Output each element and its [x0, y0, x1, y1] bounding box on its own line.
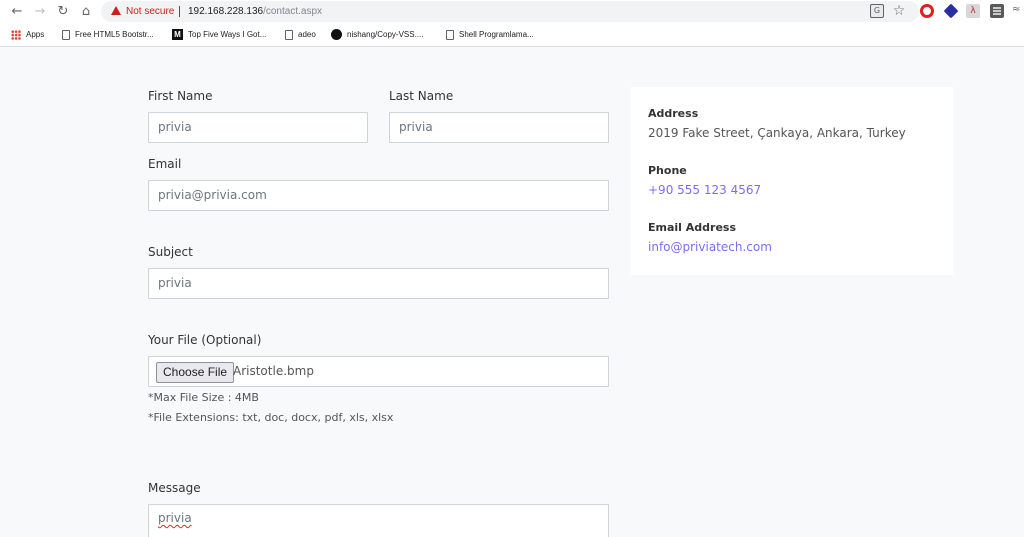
bookmark-star-icon[interactable]: ☆: [892, 4, 906, 18]
bookmark-label: Free HTML5 Bootstr...: [75, 30, 154, 39]
home-icon[interactable]: ⌂: [77, 3, 95, 21]
medium-logo-icon: M: [172, 29, 183, 41]
bookmark-label: Top Five Ways I Got...: [188, 30, 267, 39]
reload-icon[interactable]: ↻: [54, 3, 72, 21]
url-host: 192.168.228.136: [188, 6, 264, 17]
bookmarks-bar: Apps Free HTML5 Bootstr... M Top Five Way…: [0, 24, 1024, 47]
translate-icon[interactable]: G: [870, 4, 884, 18]
phone-link[interactable]: +90 555 123 4567: [648, 183, 761, 197]
security-label[interactable]: Not secure: [126, 1, 174, 22]
warning-icon[interactable]: [111, 6, 121, 15]
bookmark-shell[interactable]: Shell Programlama...: [446, 24, 534, 46]
message-label: Message: [148, 481, 201, 495]
message-text: privia: [158, 511, 192, 525]
email-address-link[interactable]: info@priviatech.com: [648, 240, 772, 254]
email-label: Email: [148, 157, 182, 171]
address-separator: [179, 6, 180, 17]
first-name-input[interactable]: privia: [148, 112, 368, 143]
page-icon: [62, 29, 70, 40]
bookmark-free-html5[interactable]: Free HTML5 Bootstr...: [62, 24, 154, 46]
last-name-input[interactable]: privia: [389, 112, 609, 143]
address-heading: Address: [648, 107, 699, 120]
subject-input[interactable]: privia: [148, 268, 609, 299]
diamond-extension-icon[interactable]: [943, 3, 959, 19]
cast-icon[interactable]: ≈: [1012, 4, 1024, 18]
email-input[interactable]: privia@privia.com: [148, 180, 609, 211]
email-address-heading: Email Address: [648, 221, 737, 234]
grid-extension-icon[interactable]: [990, 4, 1004, 18]
opera-extension-icon[interactable]: [920, 4, 934, 18]
choose-file-button[interactable]: Choose File: [156, 362, 235, 383]
selected-file-name: Aristotle.bmp: [233, 364, 314, 378]
last-name-label: Last Name: [389, 89, 454, 103]
page-icon: [446, 29, 454, 40]
file-extensions-hint: *File Extensions: txt, doc, docx, pdf, x…: [148, 411, 394, 424]
bookmark-top-five[interactable]: M Top Five Ways I Got...: [172, 24, 266, 46]
apps-grid-icon: [11, 29, 21, 40]
address-bar[interactable]: Not secure 192.168.228.136/contact.aspx: [101, 1, 919, 22]
max-file-size-hint: *Max File Size : 4MB: [148, 391, 259, 404]
subject-label: Subject: [148, 245, 193, 259]
pdf-extension-icon[interactable]: λ: [966, 4, 980, 18]
forward-arrow-icon[interactable]: →: [31, 3, 49, 21]
phone-heading: Phone: [648, 164, 687, 177]
address-value: 2019 Fake Street, Çankaya, Ankara, Turke…: [648, 126, 906, 140]
bookmark-label: adeo: [298, 30, 316, 39]
contact-page: First Name privia Last Name privia Email…: [0, 48, 1024, 537]
bookmark-label: Shell Programlama...: [459, 30, 534, 39]
bookmark-apps[interactable]: Apps: [11, 24, 44, 46]
back-arrow-icon[interactable]: ←: [8, 3, 26, 21]
first-name-label: First Name: [148, 89, 213, 103]
bookmark-nishang[interactable]: nishang/Copy-VSS....: [331, 24, 423, 46]
message-textarea[interactable]: privia: [148, 504, 609, 537]
contact-info-card: Address 2019 Fake Street, Çankaya, Ankar…: [631, 87, 953, 275]
file-label: Your File (Optional): [148, 333, 262, 347]
file-input[interactable]: Choose File Aristotle.bmp: [148, 356, 609, 387]
url-text[interactable]: 192.168.228.136/contact.aspx: [188, 1, 322, 22]
bookmark-label: nishang/Copy-VSS....: [347, 30, 424, 39]
browser-toolbar: ← → ↻ ⌂ Not secure 192.168.228.136/conta…: [0, 0, 1024, 24]
bookmark-label: Apps: [26, 30, 45, 39]
url-path: /contact.aspx: [263, 6, 322, 17]
bookmark-adeo[interactable]: adeo: [285, 24, 316, 46]
page-icon: [285, 29, 293, 40]
github-icon: [331, 29, 342, 41]
